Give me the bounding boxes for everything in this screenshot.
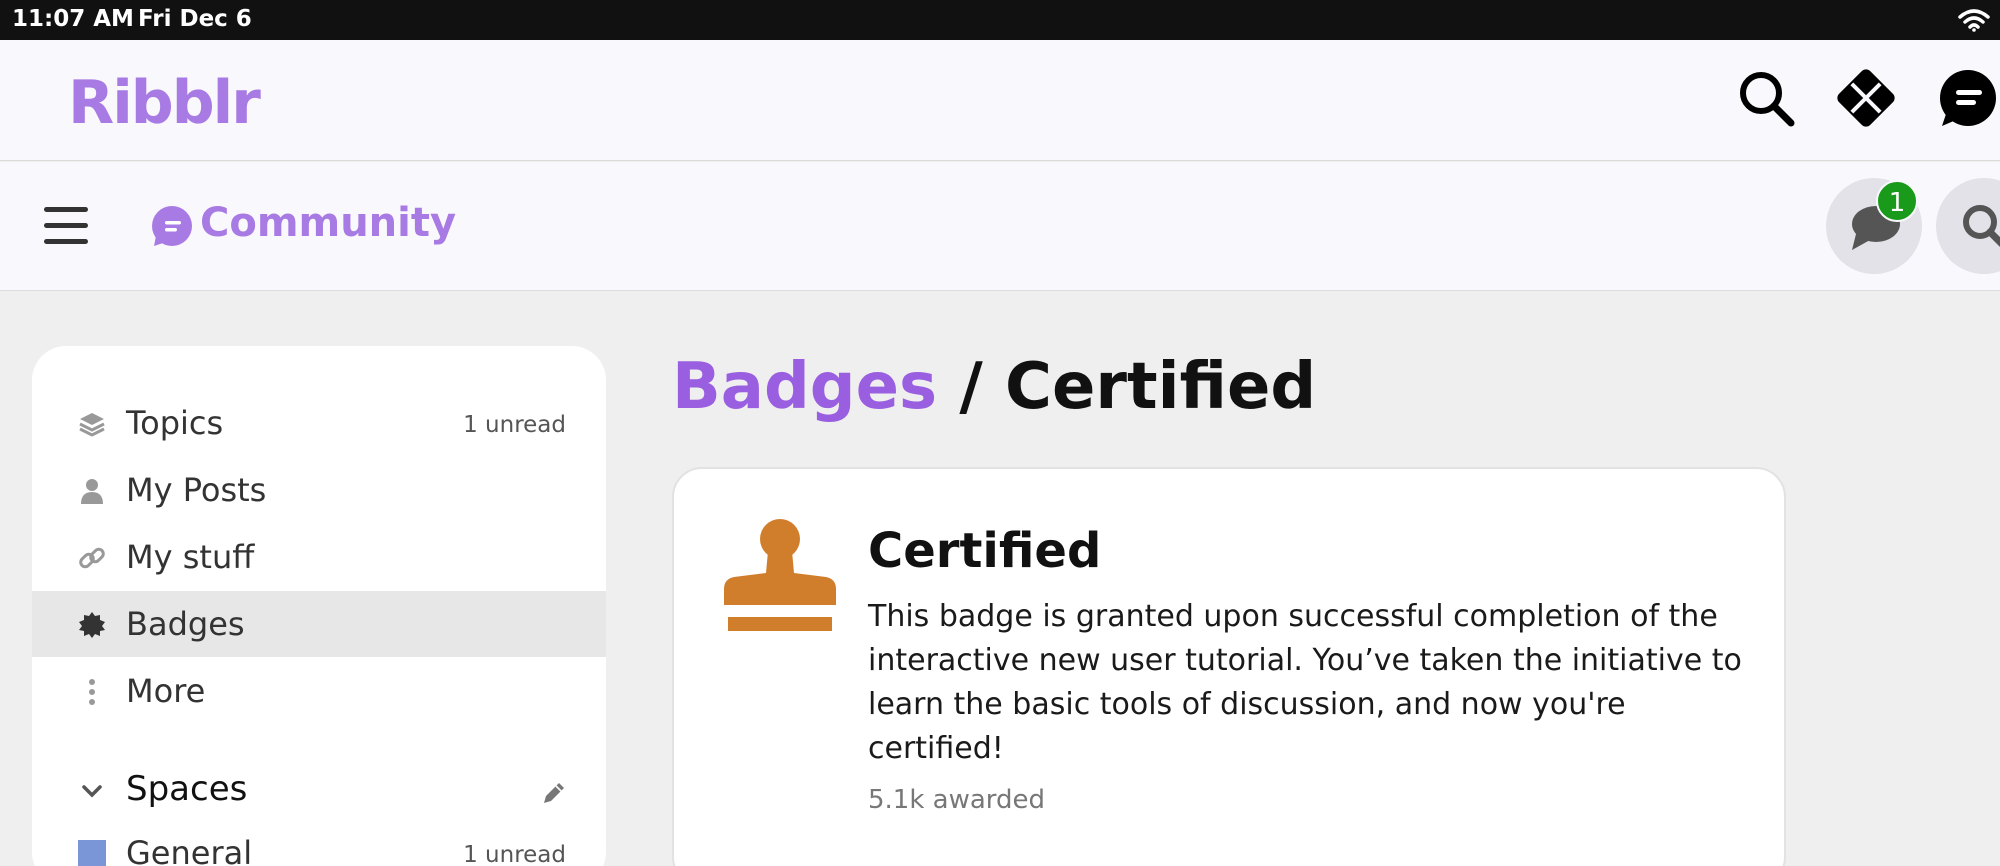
- chevron-down-icon[interactable]: [80, 779, 104, 803]
- breadcrumb-badges-link[interactable]: Badges: [672, 350, 937, 424]
- wifi-icon: [1958, 9, 1990, 32]
- unread-count: 1 unread: [463, 412, 566, 438]
- unread-count: 1 unread: [463, 842, 566, 866]
- vertical-ellipsis-icon: [89, 679, 95, 705]
- sidebar-item-my-posts[interactable]: My Posts: [32, 457, 606, 523]
- search-icon: [1963, 205, 2000, 247]
- sidebar-item-label: My stuff: [126, 538, 255, 576]
- badge-card: Certified This badge is granted upon suc…: [672, 467, 1786, 866]
- sidebar-item-label: General: [126, 834, 253, 866]
- pencil-edit-icon[interactable]: [540, 779, 568, 807]
- community-chat-icon[interactable]: [1936, 66, 2000, 130]
- badge-certificate-icon: [79, 612, 105, 638]
- ribblr-app-icon[interactable]: [1834, 66, 1898, 130]
- breadcrumb-separator: /: [937, 350, 1006, 424]
- spaces-section-header[interactable]: Spaces: [32, 761, 606, 821]
- breadcrumb-current: Certified: [1005, 350, 1317, 424]
- hamburger-menu-icon[interactable]: [42, 205, 90, 247]
- badge-title: Certified: [868, 523, 1102, 579]
- community-search-button[interactable]: [1936, 178, 2000, 274]
- ribblr-logo[interactable]: Ribblr: [68, 68, 261, 138]
- community-bar: Community: [0, 162, 2000, 291]
- sidebar: Topics 1 unread My Posts My stuff Badges…: [32, 346, 606, 866]
- person-icon: [81, 479, 103, 504]
- sidebar-item-label: More: [126, 672, 206, 710]
- badge-description: This badge is granted upon successful co…: [868, 599, 1742, 766]
- app-header: Ribblr: [0, 40, 2000, 161]
- page-title: Badges / Certified: [672, 350, 1316, 424]
- status-time: 11:07 AM: [12, 6, 134, 32]
- link-icon: [79, 547, 105, 569]
- stamp-icon: [724, 519, 836, 631]
- space-color-swatch: [78, 840, 106, 866]
- spaces-label: Spaces: [126, 769, 248, 809]
- sidebar-item-topics[interactable]: Topics 1 unread: [32, 390, 606, 456]
- status-date: Fri Dec 6: [138, 6, 252, 32]
- sidebar-item-general[interactable]: General 1 unread: [32, 820, 606, 866]
- notification-count-badge: 1: [1876, 180, 1918, 222]
- badge-awarded-count: 5.1k awarded: [868, 785, 1046, 815]
- stack-layers-icon: [79, 413, 105, 437]
- sidebar-item-badges[interactable]: Badges: [32, 591, 606, 657]
- status-bar: 11:07 AM Fri Dec 6: [0, 0, 2000, 40]
- search-icon[interactable]: [1734, 66, 1798, 130]
- sidebar-item-label: Topics: [126, 404, 224, 442]
- community-logo-icon: [152, 206, 192, 246]
- sidebar-item-label: Badges: [126, 605, 245, 643]
- sidebar-item-my-stuff[interactable]: My stuff: [32, 524, 606, 590]
- sidebar-item-label: My Posts: [126, 471, 267, 509]
- sidebar-item-more[interactable]: More: [32, 658, 606, 724]
- community-title[interactable]: Community: [200, 200, 456, 246]
